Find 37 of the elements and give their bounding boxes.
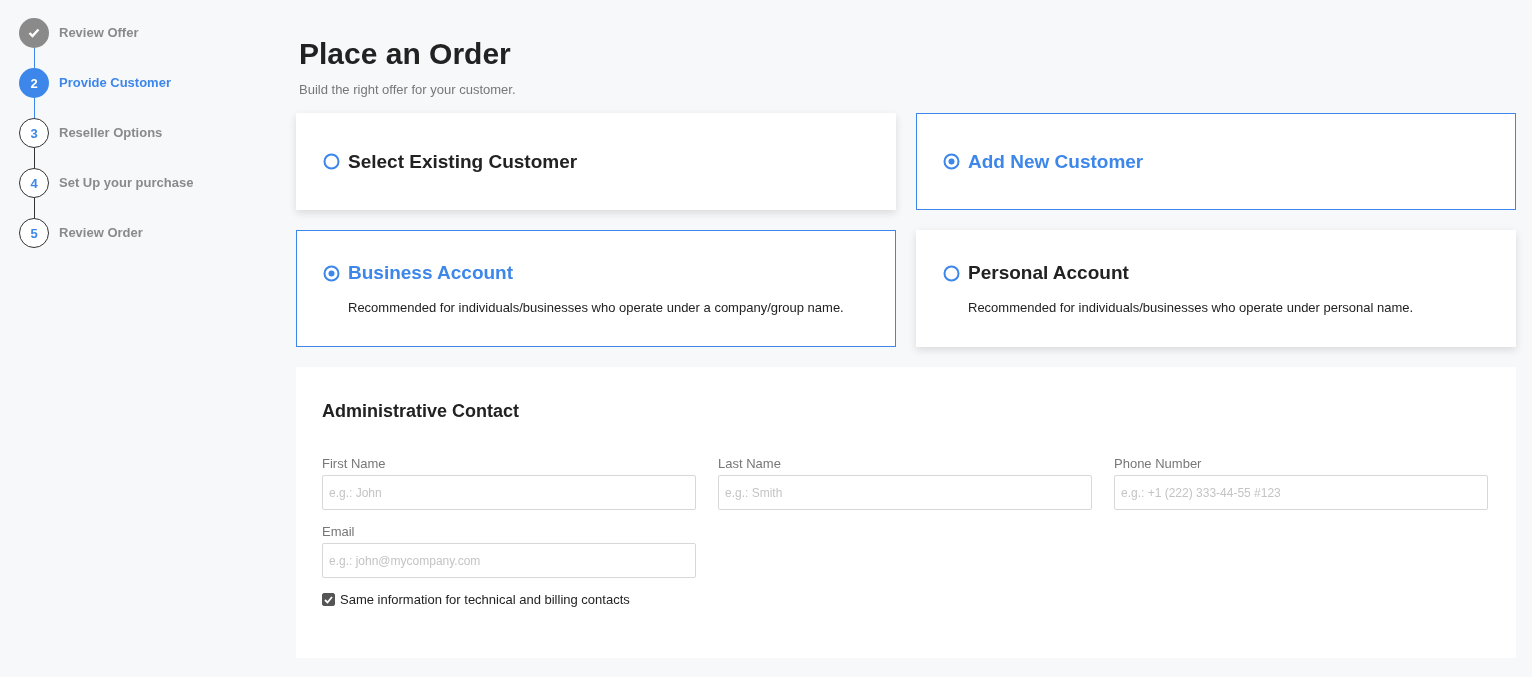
input-field[interactable]: e.g.: john@mycompany.com [322,543,696,578]
input-field[interactable]: e.g.: John [322,475,696,510]
option-card[interactable]: Personal Account Recommended for individuals/businesses who operate under personal name. [916,230,1516,347]
section-heading: Administrative Contact [322,401,521,422]
step-label[interactable]: Review Offer [59,18,139,48]
radio-button[interactable] [323,264,340,282]
check-icon [28,28,40,38]
step-circle: 5 [19,218,49,248]
option-title: Add New Customer [968,150,1144,173]
field-label: Last Name [718,456,782,471]
step-circle: 4 [19,168,49,198]
field-label: Email [322,524,356,539]
option-title: Business Account [348,262,514,284]
field-label: Phone Number [1114,456,1203,471]
input-field[interactable]: e.g.: Smith [718,475,1092,510]
radio-button[interactable] [943,264,960,282]
step-circle: 2 [19,68,49,98]
step-label[interactable]: Provide Customer [59,68,171,98]
option-card[interactable]: Select Existing Customer [296,113,896,210]
option-title: Select Existing Customer [348,150,578,173]
option-description: Recommended for individuals/businesses who operate under a company/group name. [348,300,845,315]
input-field[interactable]: e.g.: +1 (222) 333-44-55 #123 [1114,475,1488,510]
step-label[interactable]: Review Order [59,218,143,248]
option-title: Personal Account [968,262,1129,284]
page-title: Place an Order [299,36,512,72]
field-label: First Name [322,456,387,471]
checkbox-label: Same information for technical and billing contacts [340,592,630,607]
option-card[interactable]: Add New Customer [916,113,1516,210]
option-card[interactable]: Business Account Recommended for individuals/businesses who operate under a company/group name. [296,230,896,347]
option-description: Recommended for individuals/businesses who operate under personal name. [968,300,1415,315]
checkbox[interactable] [322,593,335,606]
step-label[interactable]: Reseller Options [59,118,163,148]
page-subtitle: Build the right offer for your customer. [299,82,517,97]
step-circle: 3 [19,118,49,148]
radio-button[interactable] [943,153,960,170]
step-label[interactable]: Set Up your purchase [59,168,194,198]
radio-button[interactable] [323,153,340,170]
